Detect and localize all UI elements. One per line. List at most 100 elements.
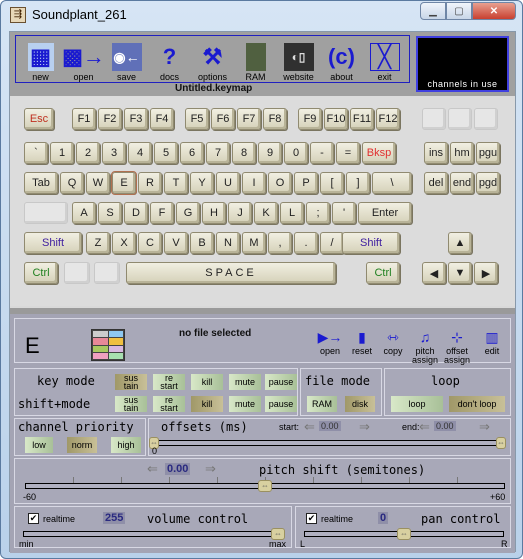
close-button[interactable]: ✕ <box>472 2 516 20</box>
key-f12[interactable]: F12 <box>376 108 400 130</box>
key-letter[interactable]: D <box>124 202 148 224</box>
end-decrease-arrow[interactable]: ⇐ <box>419 419 430 435</box>
key-hm[interactable]: hm <box>450 142 474 164</box>
key-num[interactable]: - <box>310 142 334 164</box>
key-letter[interactable]: O <box>268 172 292 194</box>
key-f5[interactable]: F5 <box>185 108 209 130</box>
pitch-assign-button[interactable]: ♫ pitch assign <box>409 327 441 365</box>
key-letter[interactable]: V <box>164 232 188 254</box>
key-num[interactable]: 4 <box>128 142 152 164</box>
key-f10[interactable]: F10 <box>324 108 348 130</box>
key-f6[interactable]: F6 <box>211 108 235 130</box>
save-button[interactable]: ◉← save <box>106 38 147 82</box>
shift-mode-sustain[interactable]: sus tain <box>115 396 147 413</box>
key-ins[interactable]: ins <box>424 142 448 164</box>
key-num[interactable]: 3 <box>102 142 126 164</box>
key-letter[interactable]: N <box>216 232 240 254</box>
edit-button[interactable]: ▥ edit <box>476 327 508 356</box>
key-letter[interactable]: K <box>254 202 278 224</box>
key-letter[interactable]: W <box>86 172 110 194</box>
key-letter[interactable]: E <box>111 171 137 195</box>
offset-assign-button[interactable]: ⊹ offset assign <box>441 327 473 365</box>
key-letter[interactable]: Q <box>60 172 84 194</box>
file-mode-disk[interactable]: disk <box>345 396 375 412</box>
file-mode-ram[interactable]: RAM <box>307 396 337 412</box>
priority-norm[interactable]: norm <box>67 437 97 453</box>
volume-realtime-checkbox[interactable]: ✔ <box>28 513 39 524</box>
pan-realtime-checkbox[interactable]: ✔ <box>306 513 317 524</box>
key-letter[interactable]: L <box>280 202 304 224</box>
key-letter[interactable]: A <box>72 202 96 224</box>
key-mode-mute[interactable]: mute <box>229 374 261 390</box>
key-letter[interactable]: ' <box>332 202 356 224</box>
open-button[interactable]: ▩→ open <box>62 38 105 82</box>
shift-mode-kill[interactable]: kill <box>191 396 223 412</box>
key-num[interactable]: 8 <box>232 142 256 164</box>
key-end[interactable]: end <box>450 172 474 194</box>
key-letter[interactable]: X <box>112 232 136 254</box>
key-letter[interactable]: G <box>176 202 200 224</box>
key-letter[interactable]: , <box>268 232 292 254</box>
key-letter[interactable]: F <box>150 202 174 224</box>
key-letter[interactable]: B <box>190 232 214 254</box>
key-letter[interactable]: P <box>294 172 318 194</box>
ram-button[interactable]: RAM <box>235 38 276 82</box>
key-pgd[interactable]: pgd <box>476 172 500 194</box>
key-num[interactable]: 1 <box>50 142 74 164</box>
key-letter[interactable]: M <box>242 232 266 254</box>
key-space[interactable]: SPACE <box>126 262 336 284</box>
end-increase-arrow[interactable]: ⇒ <box>479 419 490 435</box>
key-f11[interactable]: F11 <box>350 108 374 130</box>
exit-button[interactable]: ╳ exit <box>364 38 405 82</box>
key-letter[interactable]: Z <box>86 232 110 254</box>
key-letter[interactable]: J <box>228 202 252 224</box>
key-letter[interactable]: I <box>242 172 266 194</box>
pitch-increase-arrow[interactable]: ⇒ <box>205 461 216 477</box>
key-backspace[interactable]: Bksp <box>362 142 396 164</box>
priority-high[interactable]: high <box>111 437 141 453</box>
key-letter[interactable]: H <box>202 202 226 224</box>
key-f1[interactable]: F1 <box>72 108 96 130</box>
key-shift[interactable]: Shift <box>24 232 82 254</box>
key-letter[interactable]: [ <box>320 172 344 194</box>
key-num[interactable]: 2 <box>76 142 100 164</box>
docs-button[interactable]: ? docs <box>149 38 190 82</box>
key-enter[interactable]: Enter <box>358 202 412 224</box>
copy-button[interactable]: ⇿ copy <box>377 327 409 356</box>
key-letter[interactable]: S <box>98 202 122 224</box>
key-shift[interactable]: Shift <box>342 232 400 254</box>
offset-slider-track[interactable] <box>153 440 505 446</box>
color-palette-icon[interactable] <box>91 329 125 361</box>
key-letter[interactable]: C <box>138 232 162 254</box>
open-button[interactable]: ▶→ open <box>314 327 346 356</box>
key-f7[interactable]: F7 <box>237 108 261 130</box>
key-right-ctrl[interactable]: Ctrl <box>366 262 400 284</box>
key-arrow-left[interactable]: ◀ <box>422 262 446 284</box>
key-num[interactable]: 0 <box>284 142 308 164</box>
key-mode-sustain[interactable]: sus tain <box>115 374 147 391</box>
pitch-decrease-arrow[interactable]: ⇐ <box>147 461 158 477</box>
key-arrow-right[interactable]: ▶ <box>474 262 498 284</box>
shift-mode-mute[interactable]: mute <box>229 396 261 412</box>
key-num[interactable]: ` <box>24 142 48 164</box>
key-tab[interactable]: Tab <box>24 172 58 194</box>
maximize-button[interactable]: ▢ <box>446 2 472 20</box>
key-mode-restart[interactable]: re start <box>153 374 185 391</box>
key-letter[interactable]: R <box>138 172 162 194</box>
key-letter[interactable]: / <box>320 232 344 254</box>
minimize-button[interactable]: ▁ <box>420 2 446 20</box>
key-num[interactable]: 7 <box>206 142 230 164</box>
key-letter[interactable]: . <box>294 232 318 254</box>
key-del[interactable]: del <box>424 172 448 194</box>
key-pgu[interactable]: pgu <box>476 142 500 164</box>
key-num[interactable]: 6 <box>180 142 204 164</box>
priority-low[interactable]: low <box>25 437 53 453</box>
pan-slider-thumb[interactable]: ⇔ <box>397 528 411 540</box>
key-esc[interactable]: Esc <box>24 108 54 130</box>
key-letter[interactable]: U <box>216 172 240 194</box>
key-num[interactable]: 9 <box>258 142 282 164</box>
reset-button[interactable]: ▮ reset <box>346 327 378 356</box>
dont-loop-button[interactable]: don't loop <box>449 396 505 412</box>
caps-lock-key[interactable] <box>24 202 68 224</box>
shift-mode-pause[interactable]: pause <box>265 396 297 412</box>
